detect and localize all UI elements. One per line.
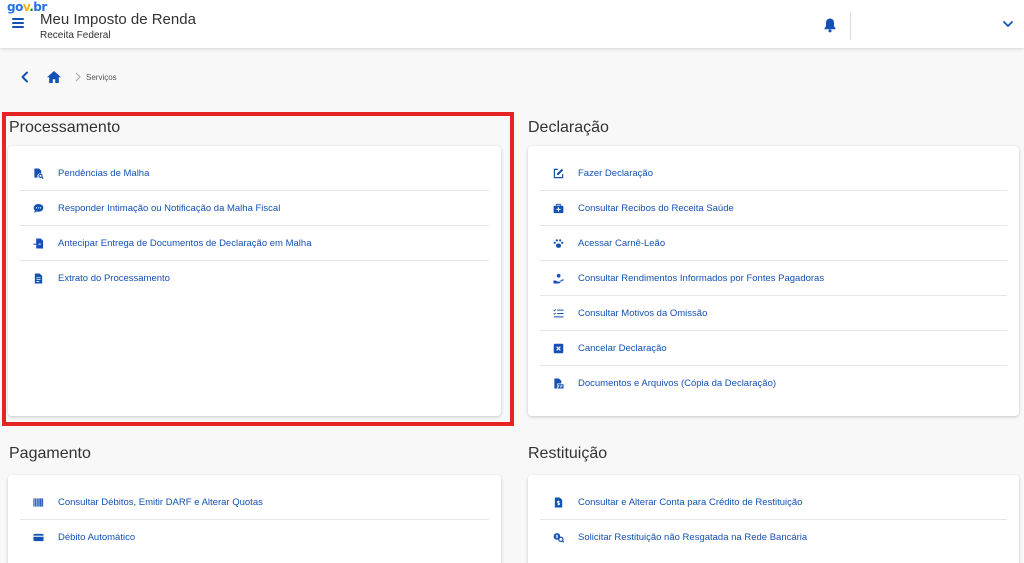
link-label: Consultar Débitos, Emitir DARF e Alterar… <box>58 496 263 508</box>
paw-icon <box>553 238 564 248</box>
chevron-down-icon[interactable] <box>1001 17 1015 31</box>
link-solicitar-restituicao[interactable]: Solicitar Restituição não Resgatada na R… <box>540 520 1007 555</box>
link-antecipar-entrega[interactable]: Antecipar Entrega de Documentos de Decla… <box>20 226 489 261</box>
link-documentos-arquivos[interactable]: Documentos e Arquivos (Cópia da Declaraç… <box>540 366 1007 401</box>
chevron-right-icon <box>75 72 81 82</box>
breadcrumb-current: Serviços <box>86 72 117 82</box>
section-title-declaracao: Declaração <box>528 119 609 136</box>
hand-coin-icon <box>553 273 564 284</box>
link-label: Consultar Rendimentos Informados por Fon… <box>578 272 825 284</box>
link-acessar-carne-leao[interactable]: Acessar Carnê-Leão <box>540 226 1007 261</box>
link-label: Extrato do Processamento <box>58 273 170 284</box>
link-cancelar-declaracao[interactable]: Cancelar Declaração <box>540 331 1007 366</box>
link-label: Solicitar Restituição não Resgatada na R… <box>578 532 808 543</box>
app-subtitle: Receita Federal <box>40 30 111 41</box>
card-processamento: Pendências de Malha Responder Intimação … <box>8 146 501 416</box>
link-label: Fazer Declaração <box>578 167 653 179</box>
card-pagamento: Consultar Débitos, Emitir DARF e Alterar… <box>8 475 501 563</box>
comment-icon <box>33 203 44 213</box>
link-fazer-declaracao[interactable]: Fazer Declaração <box>540 156 1007 191</box>
section-title-pagamento: Pagamento <box>9 445 91 462</box>
checklist-icon <box>553 308 564 317</box>
card-restituicao: Consultar e Alterar Conta para Crédito d… <box>528 475 1019 563</box>
link-extrato-processamento[interactable]: Extrato do Processamento <box>20 261 489 296</box>
home-icon[interactable] <box>46 70 62 84</box>
link-label: Pendências de Malha <box>58 167 150 179</box>
coins-search-icon <box>553 533 564 543</box>
chevron-left-icon[interactable] <box>18 70 32 84</box>
link-label: Antecipar Entrega de Documentos de Decla… <box>58 237 312 249</box>
link-consultar-recibos-saude[interactable]: Consultar Recibos do Receita Saúde <box>540 191 1007 226</box>
app-title: Meu Imposto de Renda <box>40 11 196 28</box>
barcode-icon <box>33 497 44 507</box>
header-divider <box>850 12 851 40</box>
breadcrumb: Serviços <box>18 68 117 86</box>
link-label: Consultar e Alterar Conta para Crédito d… <box>578 496 803 508</box>
bell-icon[interactable] <box>823 17 837 33</box>
card-declaracao: Fazer Declaração Consultar Recibos do Re… <box>528 146 1019 416</box>
file-search-icon <box>34 167 44 179</box>
logo-part-go: go <box>7 0 23 14</box>
link-debito-automatico[interactable]: Débito Automático <box>20 520 489 555</box>
pdf-file-icon <box>554 378 564 389</box>
link-pendencias-de-malha[interactable]: Pendências de Malha <box>20 156 489 191</box>
hamburger-menu-icon[interactable] <box>12 18 24 30</box>
link-label: Responder Intimação ou Notificação da Ma… <box>58 202 281 214</box>
section-title-processamento: Processamento <box>9 119 121 136</box>
document-icon <box>34 273 43 284</box>
medical-kit-icon <box>553 203 564 213</box>
close-box-icon <box>553 343 564 353</box>
credit-card-icon <box>33 533 44 542</box>
link-consultar-alterar-conta[interactable]: Consultar e Alterar Conta para Crédito d… <box>540 485 1007 520</box>
link-label: Débito Automático <box>58 532 136 543</box>
file-import-icon <box>33 237 44 249</box>
link-label: Documentos e Arquivos (Cópia da Declaraç… <box>578 378 777 389</box>
link-label: Acessar Carnê-Leão <box>578 237 666 249</box>
section-title-restituicao: Restituição <box>528 445 608 462</box>
link-label: Consultar Recibos do Receita Saúde <box>578 202 734 214</box>
link-responder-intimacao[interactable]: Responder Intimação ou Notificação da Ma… <box>20 191 489 226</box>
link-label: Cancelar Declaração <box>578 342 667 354</box>
bank-file-icon <box>554 496 563 508</box>
link-label: Consultar Motivos da Omissão <box>578 307 708 319</box>
edit-icon <box>553 168 564 178</box>
link-consultar-debitos-darf[interactable]: Consultar Débitos, Emitir DARF e Alterar… <box>20 485 489 520</box>
link-consultar-rendimentos[interactable]: Consultar Rendimentos Informados por Fon… <box>540 261 1007 296</box>
top-bar: gov.br Meu Imposto de Renda Receita Fede… <box>0 0 1024 48</box>
link-consultar-motivos-omissao[interactable]: Consultar Motivos da Omissão <box>540 296 1007 331</box>
